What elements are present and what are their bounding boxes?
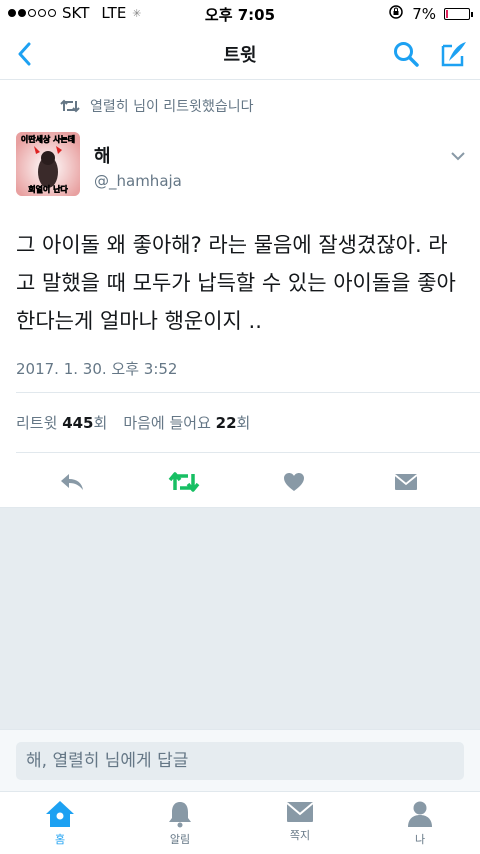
more-options-button[interactable] [448,148,468,164]
retweet-context[interactable]: 열렬히 님이 리트윗했습니다 [60,96,253,116]
retweet-button[interactable] [164,466,204,498]
bell-icon [169,802,191,828]
like-button[interactable] [274,466,314,498]
tweet-text: 그 아이돌 왜 좋아해? 라는 물음에 잘생겼잖아. 라고 말했을 때 모두가 … [16,233,456,333]
divider [16,392,480,393]
author-info[interactable]: 해 @_hamhaja [94,142,182,190]
empty-replies-area [0,507,480,729]
search-icon [394,42,419,67]
rotation-lock-icon [388,4,404,24]
likes-label: 마음에 들어요 [123,414,211,432]
retweet-icon [168,472,200,492]
reply-input[interactable] [16,742,464,780]
chevron-down-icon [451,152,465,161]
tab-me-label: 나 [414,833,426,846]
home-icon [46,801,74,827]
nav-bar: 트윗 [0,28,480,80]
tweet-actions [0,458,480,506]
battery-percent: 7% [412,5,436,23]
retweets-label: 리트윗 [16,414,58,432]
envelope-icon [286,802,314,822]
avatar[interactable]: 이딴세상 사는데 희열이 난다 [16,132,80,196]
likes-count: 22 [215,414,237,432]
likes-suffix: 회 [236,414,251,432]
avatar-text-bottom: 희열이 난다 [28,184,68,194]
tab-messages-label: 쪽지 [289,829,311,842]
retweets-stat[interactable]: 리트윗 445회 [16,412,107,433]
status-bar: SKT LTE ✳ 오후 7:05 7% [0,0,480,28]
avatar-image: 이딴세상 사는데 희열이 난다 [16,132,80,196]
tab-home[interactable]: 홈 [20,800,100,847]
avatar-text-top: 이딴세상 사는데 [21,134,75,144]
tab-notifications[interactable]: 알림 [140,800,220,847]
reply-icon [61,474,83,490]
search-button[interactable] [390,38,422,70]
retweets-count: 445 [62,414,94,432]
tab-messages[interactable]: 쪽지 [260,800,340,843]
compose-icon [441,42,466,67]
heart-icon [284,473,304,491]
tab-me[interactable]: 나 [380,800,460,847]
reply-bar [0,729,480,791]
tab-bar: 홈 알림 쪽지 나 [0,791,480,854]
divider [16,452,480,453]
reply-button[interactable] [52,466,92,498]
message-icon [394,474,418,490]
retweets-suffix: 회 [93,414,108,432]
compose-button[interactable] [438,38,470,70]
retweet-icon [60,99,80,113]
tab-home-label: 홈 [54,833,66,846]
likes-stat[interactable]: 마음에 들어요 22회 [123,412,250,433]
tweet-timestamp: 2017. 1. 30. 오후 3:52 [16,360,178,378]
retweet-context-text: 열렬히 님이 리트윗했습니다 [90,99,254,115]
person-icon [408,801,432,827]
status-right: 7% [388,4,473,24]
tweet-stats: 리트윗 445회 마음에 들어요 22회 [16,412,250,433]
tab-notifications-label: 알림 [169,833,191,846]
author-name: 해 [94,146,111,167]
battery-icon [444,8,473,20]
author-handle: @_hamhaja [94,172,182,190]
direct-message-button[interactable] [386,466,426,498]
